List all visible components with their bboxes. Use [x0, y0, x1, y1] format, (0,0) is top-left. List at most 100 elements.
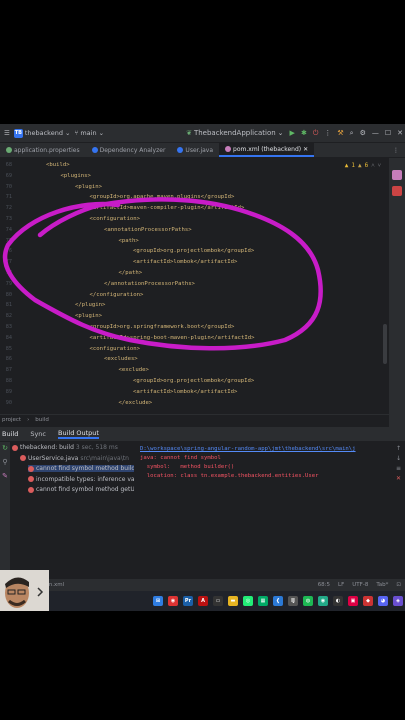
tab-dependency-analyzer[interactable]: Dependency Analyzer — [86, 143, 172, 157]
indent-setting[interactable]: Tab* — [376, 582, 388, 588]
code-line[interactable]: <path> — [119, 238, 139, 244]
branch-selector[interactable]: ⑂ main ⌄ — [74, 129, 104, 137]
line-number: 78 — [5, 270, 12, 276]
code-line[interactable]: <plugins> — [61, 173, 91, 179]
status-bar: pom.xml 68:5 LF UTF-8 Tab* ⊡ — [0, 579, 405, 591]
code-line[interactable]: <exclude> — [119, 367, 149, 373]
build-tree-item[interactable]: UserService.java src\main\java\tn — [20, 455, 129, 462]
debug-icon[interactable]: ✱ — [301, 129, 307, 137]
code-line[interactable]: </plugin> — [75, 302, 105, 308]
filter-icon[interactable]: ⚲ — [0, 458, 10, 466]
tab-pom-xml[interactable]: pom.xml (thebackend) ✕ — [219, 143, 315, 157]
terminal-icon[interactable]: ▭ — [213, 596, 223, 606]
inspection-widget[interactable]: ▲ 1 ▲ 6 ˄ ˅ — [345, 162, 381, 169]
code-line[interactable]: <artifactId>lombok</artifactId> — [133, 389, 237, 395]
windows-start-icon[interactable]: ⊞ — [153, 596, 163, 606]
notifications-icon[interactable] — [392, 186, 402, 196]
build-tree-item[interactable]: incompatible types: inference va — [28, 476, 134, 483]
adobe-icon[interactable]: A — [198, 596, 208, 606]
chrome-icon[interactable]: ◉ — [168, 596, 178, 606]
lock-icon[interactable]: ⊡ — [396, 582, 401, 588]
chevron-down-icon: ⌄ — [277, 129, 284, 137]
code-line[interactable]: <groupId>org.projectlombok</groupId> — [133, 378, 254, 384]
line-number: 89 — [5, 388, 12, 395]
caret-position[interactable]: 68:5 — [318, 582, 330, 588]
code-line[interactable]: <plugin> — [75, 184, 102, 190]
code-line[interactable]: </path> — [119, 270, 143, 276]
breadcrumb-item[interactable]: build — [35, 417, 49, 423]
code-line[interactable]: <configuration> — [90, 346, 141, 352]
code-line[interactable]: <artifactId>maven-compiler-plugin</artif… — [90, 205, 245, 211]
build-tree-item[interactable]: thebackend: build 3 sec, 518 ms — [12, 444, 118, 451]
pin-icon[interactable]: ✎ — [0, 472, 10, 480]
chevron-up-icon[interactable]: ˄ — [371, 162, 374, 169]
vscode-icon[interactable]: ❰ — [273, 596, 283, 606]
build-tree-item[interactable]: cannot find symbol method getU — [28, 486, 134, 493]
settings-icon[interactable]: ⚙ — [360, 129, 366, 137]
run-config-selector[interactable]: ❦ ThebackendApplication ⌄ — [186, 129, 283, 137]
build-tree-item[interactable]: cannot find symbol method build — [28, 465, 134, 472]
soft-wrap-icon[interactable]: ≡ — [396, 464, 402, 474]
people-icon[interactable]: ⚒ — [337, 129, 343, 137]
premiere-icon[interactable]: Pr — [183, 596, 193, 606]
line-number: 88 — [5, 378, 12, 384]
build-console: D:\workspace\spring-angular-random-app\j… — [140, 446, 390, 479]
more-icon[interactable]: ⋮ — [324, 129, 331, 137]
postman-icon[interactable]: ◆ — [363, 596, 373, 606]
stop-icon[interactable]: ⏻ — [313, 129, 319, 138]
edge-icon[interactable]: ◎ — [243, 596, 253, 606]
run-icon[interactable]: ▶ — [290, 129, 295, 137]
app-icon[interactable]: ▣ — [348, 596, 358, 606]
discord-icon[interactable]: ◕ — [378, 596, 388, 606]
maximize-icon[interactable]: ☐ — [385, 129, 391, 137]
arrow-down-icon[interactable]: ↓ — [396, 454, 402, 464]
code-line[interactable]: </exclude> — [119, 400, 153, 406]
clear-icon[interactable]: ✕ — [396, 474, 402, 484]
chrome-profile-icon[interactable]: ◉ — [318, 596, 328, 606]
code-line[interactable]: <configuration> — [90, 216, 141, 222]
maven-tool-icon[interactable] — [392, 170, 402, 180]
line-number: 79 — [5, 280, 12, 287]
code-line[interactable]: <plugin> — [75, 313, 102, 319]
code-line[interactable]: <excludes> — [104, 356, 138, 362]
file-explorer-icon[interactable]: ▬ — [228, 596, 238, 606]
main-menu-icon[interactable]: ☰ — [4, 129, 10, 137]
code-line[interactable]: <groupId>org.apache.maven.plugins</group… — [90, 194, 235, 200]
webcam-overlay — [0, 570, 49, 611]
obsidian-icon[interactable]: ◈ — [393, 596, 403, 606]
properties-file-icon — [6, 147, 12, 153]
close-icon[interactable]: ✕ — [397, 129, 403, 137]
tab-overflow-icon[interactable]: ⋮ — [393, 147, 405, 154]
search-icon[interactable]: ⌕ — [350, 129, 354, 138]
code-line[interactable]: <groupId>org.projectlombok</groupId> — [133, 248, 254, 254]
github-icon[interactable]: ◐ — [333, 596, 343, 606]
code-line[interactable]: </configuration> — [90, 292, 144, 298]
minimize-icon[interactable]: — — [372, 129, 379, 137]
file-encoding[interactable]: UTF-8 — [352, 582, 368, 588]
line-ending[interactable]: LF — [338, 582, 344, 588]
editor-scrollbar[interactable] — [383, 324, 387, 364]
rebuild-icon[interactable]: ↻ — [0, 444, 10, 452]
breadcrumb-item[interactable]: project — [2, 417, 21, 423]
project-selector[interactable]: TB thebackend ⌄ — [13, 128, 70, 138]
spotify-icon[interactable]: ◍ — [303, 596, 313, 606]
code-line[interactable]: <artifactId>lombok</artifactId> — [133, 259, 237, 265]
tab-application-properties[interactable]: application.properties — [0, 143, 86, 157]
intellij-icon[interactable]: IJ — [288, 596, 298, 606]
code-line[interactable]: </annotationProcessorPaths> — [104, 281, 195, 287]
code-area[interactable]: <build> <plugins> <plugin> <groupId>org.apa… — [30, 158, 389, 422]
code-editor[interactable]: 68 69 70 71 72 73 74 75 76 77 78 79 80 81 82 83 84 85 86 87… — [0, 158, 389, 422]
code-line[interactable]: <groupId>org.springframework.boot</group… — [90, 324, 235, 330]
chevron-down-icon[interactable]: ˅ — [378, 162, 381, 169]
code-line[interactable]: <artifactId>spring-boot-maven-plugin</ar… — [90, 335, 255, 341]
tab-sync[interactable]: Sync — [30, 430, 46, 438]
tab-user-java[interactable]: User.java — [171, 143, 219, 157]
error-file-link[interactable]: D:\workspace\spring-angular-random-app\j… — [140, 446, 390, 452]
project-badge: TB — [13, 128, 23, 138]
code-line[interactable]: <annotationProcessorPaths> — [104, 227, 192, 233]
tab-build-output[interactable]: Build Output — [58, 429, 99, 439]
store-icon[interactable]: ▦ — [258, 596, 268, 606]
close-tab-icon[interactable]: ✕ — [303, 146, 308, 153]
arrow-up-icon[interactable]: ↑ — [396, 444, 402, 454]
code-line[interactable]: <build> — [46, 162, 70, 168]
